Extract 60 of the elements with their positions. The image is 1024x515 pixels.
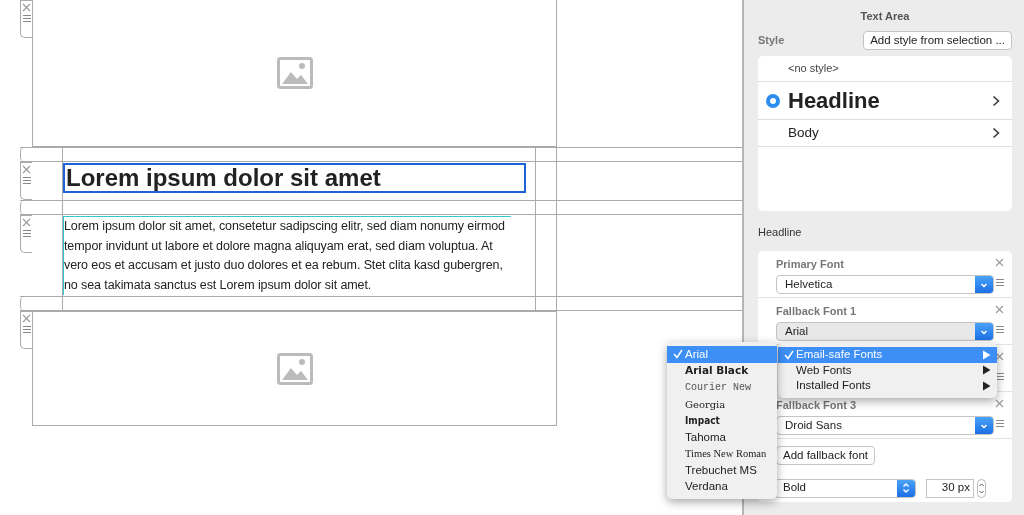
menu-item[interactable]: Web Fonts xyxy=(778,362,997,378)
font-label: Fallback Font 1 xyxy=(776,303,858,319)
font-select[interactable]: Droid Sans xyxy=(776,416,994,436)
style-item[interactable]: <no style> xyxy=(758,56,1012,82)
close-icon[interactable] xyxy=(995,257,1004,267)
drag-handle-icon[interactable] xyxy=(22,176,31,185)
panel-title: Text Area xyxy=(859,9,911,24)
weight-select[interactable]: Bold xyxy=(774,478,916,498)
menu-item[interactable]: Impact xyxy=(667,412,777,429)
menu-item[interactable]: Courier New xyxy=(667,379,777,396)
selected-dot-icon xyxy=(766,93,780,108)
drag-handle-icon[interactable] xyxy=(995,371,1004,381)
menu-item[interactable]: Verdana xyxy=(667,478,777,496)
style-label: Style xyxy=(758,33,785,49)
close-icon[interactable] xyxy=(995,398,1004,408)
block-handle[interactable] xyxy=(20,215,32,253)
close-icon[interactable] xyxy=(22,218,31,227)
menu-item[interactable]: Tahoma xyxy=(667,428,777,446)
drag-handle-icon[interactable] xyxy=(22,325,31,334)
drag-handle-icon[interactable] xyxy=(22,14,31,23)
chevron-right-icon xyxy=(992,127,1000,139)
close-icon[interactable] xyxy=(995,304,1004,314)
menu-item[interactable]: Arial Black xyxy=(667,362,777,380)
close-icon[interactable] xyxy=(995,351,1004,361)
drag-handle-icon[interactable] xyxy=(995,324,1004,334)
submenu-arrow-icon xyxy=(982,349,991,360)
style-item[interactable]: Body xyxy=(758,120,1012,147)
drag-handle-icon[interactable] xyxy=(995,418,1004,428)
image-placeholder-icon xyxy=(276,352,313,385)
menu-item[interactable]: Times New Roman xyxy=(667,445,777,463)
menu-item[interactable]: Installed Fonts xyxy=(778,378,997,394)
drag-handle-icon[interactable] xyxy=(22,229,31,238)
stepper-icon[interactable] xyxy=(977,478,986,498)
size-field[interactable]: 30 px xyxy=(926,478,974,498)
drag-handle-icon[interactable] xyxy=(995,277,1004,287)
image-placeholder-icon xyxy=(276,57,313,89)
font-select[interactable]: Helvetica xyxy=(776,275,994,295)
add-fallback-button[interactable]: Add fallback font xyxy=(776,445,876,465)
font-label: Fallback Font 3 xyxy=(776,397,858,413)
submenu-arrow-icon xyxy=(982,365,991,376)
font-select[interactable]: Arial xyxy=(776,322,994,342)
block-handle[interactable] xyxy=(20,311,32,349)
close-icon[interactable] xyxy=(22,3,31,12)
body-paragraph[interactable]: Lorem ipsum dolor sit amet, consetetur sadipscing elitr, sed diam nonumy eirmod tempor invidunt ut labore et dolore magna aliquyam erat, sed diam voluptua. At vero eos et accusam et justo duo dolores et ea rebum. Stet clita kasd gubergren, no sea takimata sanctus est Lorem ipsum dolor sit amet. xyxy=(63,216,511,295)
headline-text[interactable]: Lorem ipsum dolor sit amet xyxy=(63,163,526,193)
menu-item[interactable]: Georgia xyxy=(667,395,777,413)
style-item[interactable]: Headline xyxy=(758,82,1012,120)
add-style-button[interactable]: Add style from selection ... xyxy=(863,31,1012,50)
up-down-arrows-icon xyxy=(901,481,911,495)
submenu-arrow-icon xyxy=(982,380,991,391)
chevron-right-icon xyxy=(992,94,1000,107)
check-icon xyxy=(673,349,683,360)
block-handle[interactable] xyxy=(20,162,32,200)
close-icon[interactable] xyxy=(22,165,31,174)
menu-item[interactable]: Trebuchet MS xyxy=(667,462,777,479)
block-handle[interactable] xyxy=(20,0,32,38)
section-label: Headline xyxy=(758,225,803,240)
check-icon xyxy=(784,349,794,360)
close-icon[interactable] xyxy=(22,314,31,323)
font-label: Primary Font xyxy=(776,256,845,272)
